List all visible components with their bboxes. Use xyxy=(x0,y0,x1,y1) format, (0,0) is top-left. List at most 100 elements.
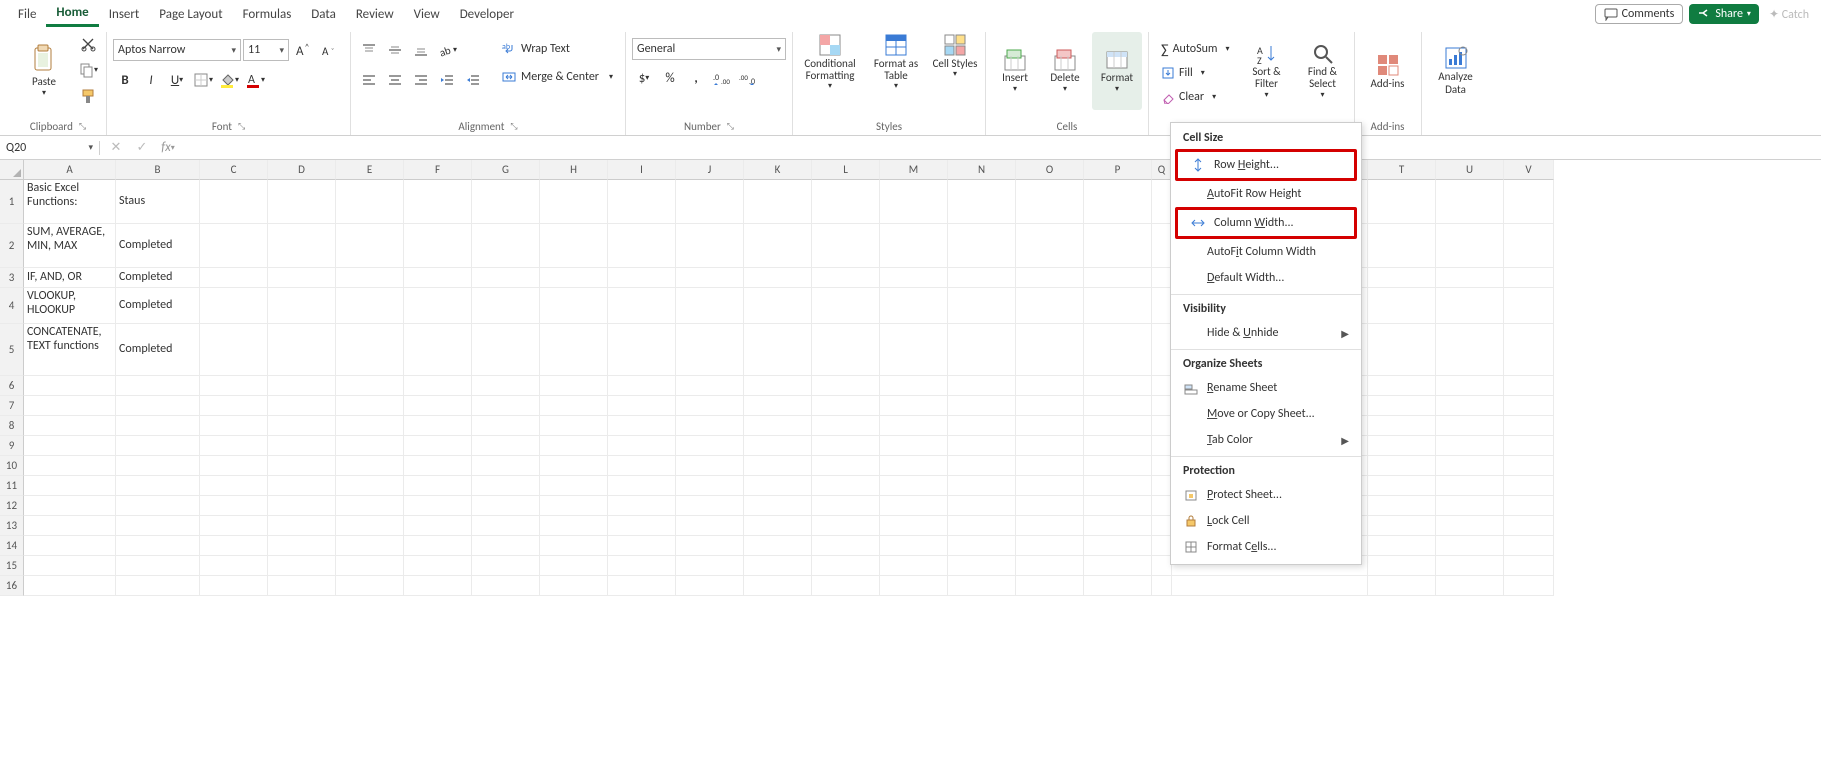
cell[interactable] xyxy=(880,324,948,376)
increase-font-button[interactable]: A^ xyxy=(291,38,315,62)
cell[interactable] xyxy=(948,288,1016,324)
cell[interactable] xyxy=(812,456,880,476)
cell[interactable] xyxy=(1084,436,1152,456)
row-header[interactable]: 14 xyxy=(0,536,24,556)
cell[interactable] xyxy=(1504,180,1554,224)
cell[interactable] xyxy=(116,376,200,396)
cell[interactable] xyxy=(200,396,268,416)
cell[interactable] xyxy=(540,516,608,536)
cell[interactable] xyxy=(404,396,472,416)
cell[interactable] xyxy=(1504,396,1554,416)
cell[interactable] xyxy=(1368,376,1436,396)
column-header[interactable]: C xyxy=(200,160,268,180)
cell[interactable] xyxy=(608,576,676,596)
align-right-button[interactable] xyxy=(409,68,433,92)
cell[interactable] xyxy=(268,556,336,576)
cell[interactable] xyxy=(404,576,472,596)
cell[interactable] xyxy=(1016,416,1084,436)
cell[interactable] xyxy=(676,576,744,596)
insert-function-button[interactable]: fx▾ xyxy=(156,136,180,160)
share-button[interactable]: Share▾ xyxy=(1689,4,1759,24)
format-cells-button[interactable]: Format▾ xyxy=(1092,32,1142,110)
row-header[interactable]: 2 xyxy=(0,224,24,268)
cell[interactable] xyxy=(1084,516,1152,536)
tab-view[interactable]: View xyxy=(404,3,450,26)
row-header[interactable]: 9 xyxy=(0,436,24,456)
cell[interactable] xyxy=(1084,268,1152,288)
cell[interactable] xyxy=(268,476,336,496)
cell[interactable] xyxy=(1152,180,1172,224)
cell[interactable] xyxy=(116,476,200,496)
cell[interactable] xyxy=(336,268,404,288)
cell[interactable] xyxy=(116,556,200,576)
cell[interactable] xyxy=(1084,536,1152,556)
cell[interactable] xyxy=(608,268,676,288)
cell[interactable] xyxy=(1436,288,1504,324)
cell[interactable] xyxy=(676,556,744,576)
tab-review[interactable]: Review xyxy=(346,3,404,26)
cell[interactable] xyxy=(472,288,540,324)
autosum-button[interactable]: ∑AutoSum▾ xyxy=(1155,38,1235,60)
cell[interactable] xyxy=(1368,536,1436,556)
italic-button[interactable]: I xyxy=(139,68,163,92)
cell[interactable] xyxy=(812,288,880,324)
cell[interactable] xyxy=(1084,324,1152,376)
cell[interactable] xyxy=(744,224,812,268)
cell[interactable] xyxy=(1152,456,1172,476)
menu-column-width[interactable]: Column Width... xyxy=(1178,210,1354,236)
align-top-button[interactable] xyxy=(357,38,381,62)
cell[interactable] xyxy=(540,268,608,288)
cell[interactable]: Staus xyxy=(116,180,200,224)
menu-default-width[interactable]: Default Width... xyxy=(1171,265,1361,291)
cell[interactable] xyxy=(812,536,880,556)
cell[interactable] xyxy=(608,288,676,324)
cell[interactable] xyxy=(608,180,676,224)
cell[interactable] xyxy=(1152,516,1172,536)
conditional-formatting-button[interactable]: Conditional Formatting▾ xyxy=(799,32,861,110)
cell[interactable] xyxy=(1368,476,1436,496)
cell[interactable] xyxy=(880,288,948,324)
cell[interactable] xyxy=(540,536,608,556)
cell[interactable] xyxy=(24,516,116,536)
fill-button[interactable]: Fill▾ xyxy=(1155,62,1235,84)
cell[interactable] xyxy=(268,376,336,396)
cell[interactable] xyxy=(1436,180,1504,224)
cell[interactable] xyxy=(268,396,336,416)
cell[interactable] xyxy=(404,416,472,436)
cell[interactable] xyxy=(200,476,268,496)
cell-styles-button[interactable]: Cell Styles▾ xyxy=(931,32,979,110)
cell[interactable] xyxy=(948,416,1016,436)
align-left-button[interactable] xyxy=(357,68,381,92)
cell[interactable] xyxy=(880,436,948,456)
cell[interactable] xyxy=(1084,180,1152,224)
cell[interactable] xyxy=(1084,556,1152,576)
border-button[interactable]: ▾ xyxy=(191,68,215,92)
menu-hide-unhide[interactable]: Hide & Unhide▶ xyxy=(1171,320,1361,346)
column-header[interactable]: A xyxy=(24,160,116,180)
cell[interactable] xyxy=(540,416,608,436)
cell[interactable] xyxy=(880,268,948,288)
cell[interactable]: Completed xyxy=(116,268,200,288)
cell[interactable] xyxy=(404,376,472,396)
tab-page-layout[interactable]: Page Layout xyxy=(149,3,232,26)
align-middle-button[interactable] xyxy=(383,38,407,62)
cell[interactable] xyxy=(472,268,540,288)
cell[interactable] xyxy=(540,576,608,596)
column-header[interactable]: Q xyxy=(1152,160,1172,180)
cell[interactable] xyxy=(200,436,268,456)
cell[interactable] xyxy=(608,224,676,268)
cell[interactable] xyxy=(1368,576,1436,596)
cell[interactable] xyxy=(116,396,200,416)
cell[interactable] xyxy=(812,396,880,416)
row-header[interactable]: 3 xyxy=(0,268,24,288)
cell[interactable] xyxy=(268,456,336,476)
column-header[interactable]: B xyxy=(116,160,200,180)
catch-button[interactable]: ✦ Catch xyxy=(1765,5,1813,24)
cell[interactable] xyxy=(472,576,540,596)
copy-button[interactable]: ▾ xyxy=(76,58,100,82)
cell[interactable] xyxy=(1504,476,1554,496)
cell[interactable] xyxy=(880,536,948,556)
cell[interactable] xyxy=(676,536,744,556)
format-as-table-button[interactable]: Format as Table▾ xyxy=(865,32,927,110)
row-header[interactable]: 1 xyxy=(0,180,24,224)
